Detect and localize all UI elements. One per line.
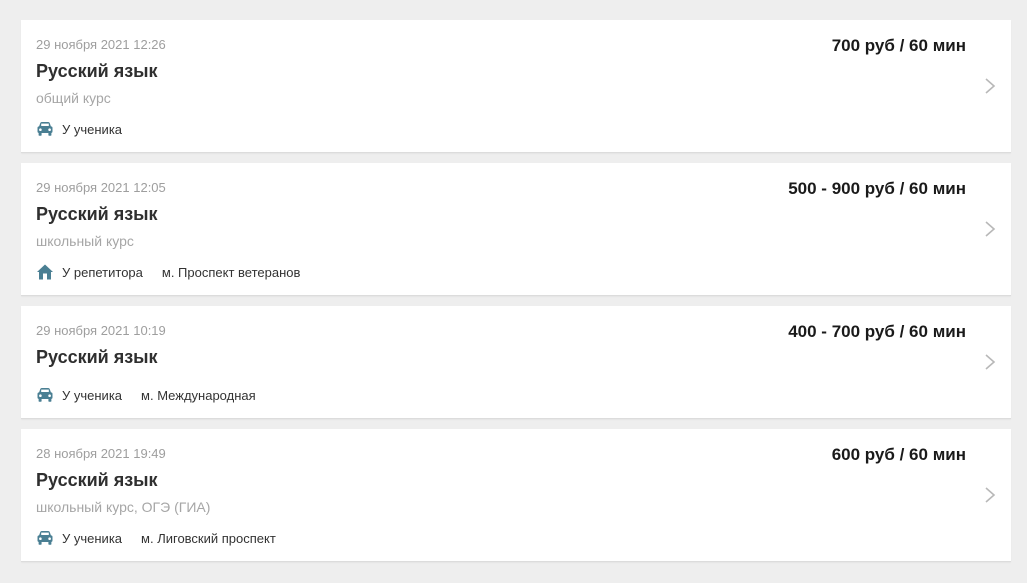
car-icon bbox=[36, 120, 54, 138]
chevron-right-icon[interactable] bbox=[984, 353, 996, 371]
listing-location: У ученика bbox=[62, 121, 123, 137]
listing-date: 29 ноября 2021 12:26 bbox=[36, 37, 166, 52]
listing-metro: м. Проспект ветеранов bbox=[161, 264, 301, 280]
listing-location: У ученика bbox=[62, 530, 123, 546]
listing-course: общий курс bbox=[36, 90, 111, 106]
listing-price: 400 - 700 руб / 60 мин bbox=[788, 322, 966, 341]
listing-date: 28 ноября 2021 19:49 bbox=[36, 446, 166, 461]
listing-price: 500 - 900 руб / 60 мин bbox=[788, 179, 966, 198]
listing-metro: м. Международная bbox=[141, 387, 256, 403]
chevron-right-icon[interactable] bbox=[984, 77, 996, 95]
listing-list: 29 ноября 2021 12:26 700 руб / 60 мин Ру… bbox=[21, 20, 1011, 572]
listing-meta: У ученика м. Международная bbox=[36, 385, 256, 405]
listing-meta: У репетитора м. Проспект ветеранов bbox=[36, 262, 300, 282]
listing-course: школьный курс, ОГЭ (ГИА) bbox=[36, 499, 211, 515]
listing-subject: Русский язык bbox=[36, 204, 158, 224]
listing-meta: У ученика bbox=[36, 119, 122, 139]
listing-date: 29 ноября 2021 10:19 bbox=[36, 323, 166, 338]
listing-subject: Русский язык bbox=[36, 61, 158, 81]
listing-date: 29 ноября 2021 12:05 bbox=[36, 180, 166, 195]
home-icon bbox=[36, 263, 54, 281]
listing-subject: Русский язык bbox=[36, 347, 158, 367]
listing-card[interactable]: 29 ноября 2021 10:19 400 - 700 руб / 60 … bbox=[21, 306, 1011, 419]
car-icon bbox=[36, 386, 54, 404]
listing-location: У ученика bbox=[62, 387, 123, 403]
listing-metro: м. Лиговский проспект bbox=[141, 530, 276, 546]
listing-card[interactable]: 29 ноября 2021 12:26 700 руб / 60 мин Ру… bbox=[21, 20, 1011, 153]
listing-price: 700 руб / 60 мин bbox=[831, 36, 966, 55]
listing-card[interactable]: 29 ноября 2021 12:05 500 - 900 руб / 60 … bbox=[21, 163, 1011, 296]
listing-card[interactable]: 28 ноября 2021 19:49 600 руб / 60 мин Ру… bbox=[21, 429, 1011, 562]
chevron-right-icon[interactable] bbox=[984, 486, 996, 504]
listing-location: У репетитора bbox=[62, 264, 143, 280]
listing-course: школьный курс bbox=[36, 233, 134, 249]
listing-price: 600 руб / 60 мин bbox=[831, 445, 966, 464]
car-icon bbox=[36, 529, 54, 547]
chevron-right-icon[interactable] bbox=[984, 220, 996, 238]
listing-meta: У ученика м. Лиговский проспект bbox=[36, 528, 276, 548]
listing-subject: Русский язык bbox=[36, 470, 158, 490]
